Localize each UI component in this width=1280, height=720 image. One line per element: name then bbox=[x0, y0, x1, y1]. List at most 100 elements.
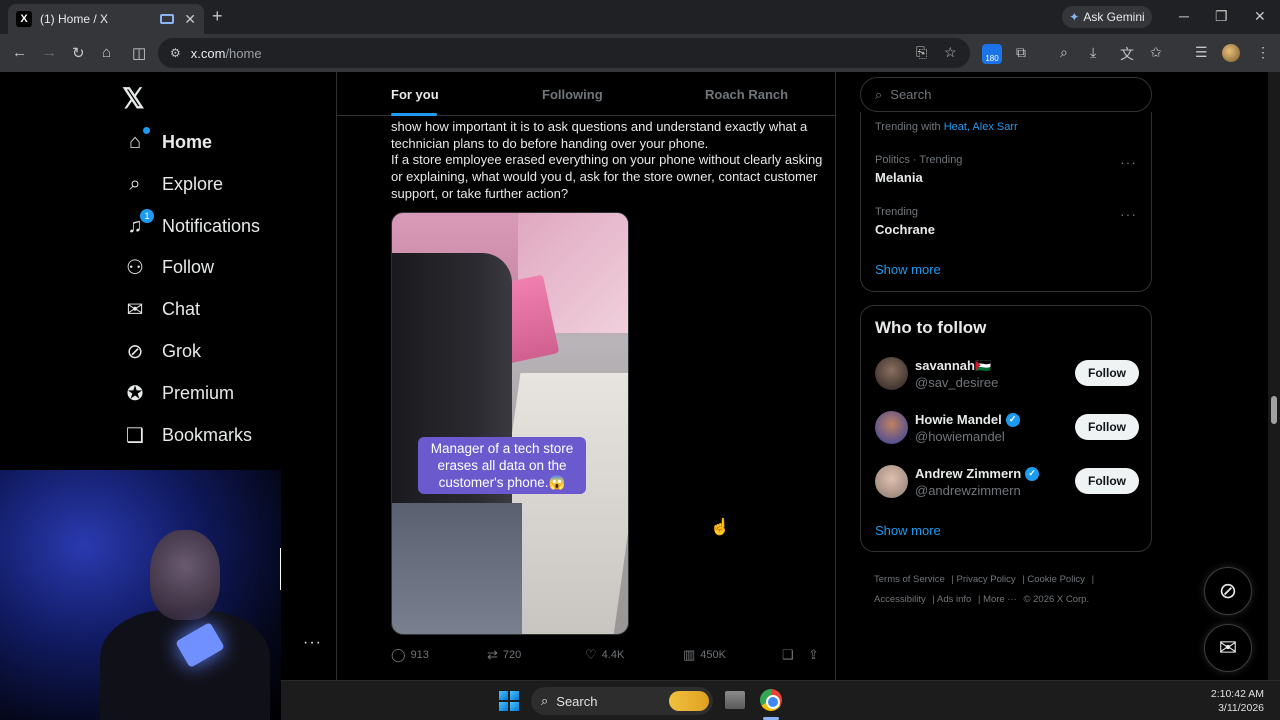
install-app-icon[interactable]: ⎘ bbox=[916, 44, 927, 61]
reply-button[interactable]: ◯ 913 bbox=[391, 647, 429, 663]
forward-arrow-icon[interactable]: → bbox=[42, 44, 57, 61]
trend-more-icon[interactable]: ··· bbox=[1120, 206, 1137, 222]
chrome-taskbar-icon[interactable] bbox=[760, 689, 782, 711]
follow-suggestion[interactable]: Andrew Zimmern ✓ @andrewzimmern Follow bbox=[875, 465, 1139, 505]
new-tab-button[interactable]: + bbox=[212, 6, 223, 27]
post-button-partial[interactable] bbox=[280, 548, 281, 590]
repost-button[interactable]: ⇄ 720 bbox=[487, 647, 521, 663]
tab-following[interactable]: Following bbox=[542, 87, 603, 102]
nav-explore[interactable]: ⌕ Explore bbox=[122, 164, 223, 204]
nav-notifications[interactable]: ♫ 1 Notifications bbox=[122, 206, 260, 246]
minimize-button[interactable]: ─ bbox=[1179, 8, 1189, 24]
avatar[interactable] bbox=[875, 357, 908, 390]
footer-link[interactable]: Ads info bbox=[937, 594, 971, 605]
translate-icon[interactable]: 文 bbox=[1120, 44, 1134, 64]
footer-link[interactable]: Cookie Policy bbox=[1027, 574, 1085, 585]
grok-floating-button[interactable]: ⊘ bbox=[1204, 567, 1252, 615]
clock-date: 3/11/2026 bbox=[1218, 702, 1264, 714]
search-input[interactable]: ⌕ Search bbox=[860, 77, 1152, 112]
account-handle: @sav_desiree bbox=[915, 375, 999, 390]
bell-icon: ♫ 1 bbox=[122, 209, 154, 239]
footer-link[interactable]: Privacy Policy bbox=[957, 574, 1016, 585]
home-button-icon[interactable]: ⌂ bbox=[102, 44, 111, 61]
trend-more-icon[interactable]: ··· bbox=[1120, 154, 1137, 170]
active-tab-indicator bbox=[391, 113, 437, 116]
footer-link[interactable]: More ··· bbox=[983, 594, 1017, 605]
who-to-follow-show-more-link[interactable]: Show more bbox=[875, 523, 941, 538]
favorites-icon[interactable]: ✩ bbox=[1150, 44, 1162, 61]
profile-avatar[interactable] bbox=[1222, 44, 1240, 62]
like-button[interactable]: ♡ 4.4K bbox=[585, 647, 624, 663]
tab-close-icon[interactable]: ✕ bbox=[184, 11, 196, 28]
verified-check-icon: ✓ bbox=[1005, 412, 1020, 427]
tab-roach-ranch[interactable]: Roach Ranch bbox=[705, 87, 788, 102]
follow-button[interactable]: Follow bbox=[1075, 468, 1139, 494]
messages-floating-button[interactable]: ✉ bbox=[1204, 624, 1252, 672]
gemini-sparkle-icon: ✦ bbox=[1069, 10, 1080, 24]
footer-link[interactable]: Terms of Service bbox=[874, 574, 945, 585]
taskbar-search[interactable]: ⌕ Search bbox=[531, 687, 713, 715]
follow-button[interactable]: Follow bbox=[1075, 414, 1139, 440]
page-scrollbar[interactable] bbox=[1268, 72, 1280, 680]
extension-badge[interactable]: 180 bbox=[982, 44, 1002, 64]
footer-link[interactable]: Accessibility bbox=[874, 594, 926, 605]
browser-tab[interactable]: X (1) Home / X ✕ bbox=[8, 4, 204, 34]
share-button[interactable]: ⇪ bbox=[808, 647, 819, 663]
feed-tabs: For you Following Roach Ranch bbox=[337, 72, 835, 116]
bookmark-post-button[interactable]: ❑ bbox=[782, 647, 794, 663]
browser-tab-bar: X (1) Home / X ✕ + ✦ Ask Gemini ─ ❐ ✕ bbox=[0, 0, 1280, 34]
site-info-icon[interactable]: ⚙ bbox=[170, 46, 181, 60]
nav-label: Home bbox=[162, 131, 213, 152]
tab-media-icon[interactable] bbox=[160, 14, 175, 24]
grok-icon: ⊘ bbox=[126, 340, 144, 363]
scrollbar-thumb[interactable] bbox=[1271, 396, 1277, 424]
account-name: Andrew Zimmern bbox=[915, 466, 1022, 481]
nav-chat[interactable]: ✉ Chat bbox=[122, 289, 200, 329]
ask-gemini-label: Ask Gemini bbox=[1083, 10, 1145, 24]
avatar[interactable] bbox=[875, 411, 908, 444]
avatar[interactable] bbox=[875, 465, 908, 498]
back-arrow-icon[interactable]: ← bbox=[12, 44, 27, 61]
search-icon: ⌕ bbox=[541, 693, 549, 708]
nav-premium[interactable]: ✪ Premium bbox=[122, 373, 234, 413]
ask-gemini-button[interactable]: ✦ Ask Gemini bbox=[1062, 6, 1152, 28]
nav-bookmarks[interactable]: ❑ Bookmarks bbox=[122, 415, 252, 455]
windows-start-icon[interactable] bbox=[499, 691, 519, 711]
mail-icon: ✉ bbox=[126, 298, 144, 321]
tab-for-you[interactable]: For you bbox=[391, 87, 439, 102]
views-button[interactable]: ▥ 450K bbox=[683, 647, 726, 663]
webcam-person-head bbox=[150, 530, 220, 620]
extensions-icon[interactable]: ⧉ bbox=[1016, 44, 1026, 61]
account-handle: @howiemandel bbox=[915, 429, 1005, 444]
restore-button[interactable]: ❐ bbox=[1215, 8, 1228, 25]
follow-suggestion[interactable]: savannah🇵🇸 @sav_desiree Follow bbox=[875, 357, 1139, 397]
x-logo-icon[interactable]: 𝕏 bbox=[122, 82, 145, 115]
trending-show-more-link[interactable]: Show more bbox=[875, 262, 941, 277]
trend-title[interactable]: Melania bbox=[875, 170, 923, 185]
trend-context-links[interactable]: Heat, Alex Sarr bbox=[944, 121, 1018, 133]
view-count: 450K bbox=[700, 649, 726, 661]
address-bar[interactable]: ⚙ x.com/home bbox=[158, 38, 970, 68]
task-view-icon[interactable] bbox=[725, 691, 745, 709]
trend-title[interactable]: Cochrane bbox=[875, 222, 935, 237]
nav-label: Notifications bbox=[162, 215, 261, 236]
side-panel-icon[interactable]: ◫ bbox=[132, 44, 146, 62]
post-video[interactable]: Manager of a tech store erases all data … bbox=[391, 212, 629, 635]
who-to-follow-title: Who to follow bbox=[875, 318, 987, 337]
bookmark-star-icon[interactable]: ☆ bbox=[944, 44, 957, 61]
nav-grok[interactable]: ⊘ Grok bbox=[122, 331, 201, 371]
account-menu-dots-icon[interactable]: ··· bbox=[303, 634, 322, 652]
post-text: show how important it is to ask question… bbox=[391, 119, 823, 203]
media-controls-icon[interactable]: ☰ bbox=[1195, 44, 1208, 61]
video-person-legs bbox=[392, 503, 522, 634]
download-icon[interactable]: ⤓ bbox=[1090, 44, 1096, 61]
screen-search-icon[interactable]: ⌕ bbox=[1060, 44, 1068, 61]
system-clock[interactable]: 2:10:42 AM 3/11/2026 bbox=[1211, 687, 1264, 715]
reload-icon[interactable]: ↻ bbox=[72, 44, 85, 62]
nav-follow[interactable]: ⚇ Follow bbox=[122, 247, 214, 287]
follow-button[interactable]: Follow bbox=[1075, 360, 1139, 386]
follow-suggestion[interactable]: Howie Mandel ✓ @howiemandel Follow bbox=[875, 411, 1139, 451]
chrome-menu-icon[interactable]: ⋮ bbox=[1256, 44, 1270, 61]
nav-home[interactable]: ⌂ Home bbox=[122, 122, 212, 162]
window-close-button[interactable]: ✕ bbox=[1254, 8, 1266, 25]
